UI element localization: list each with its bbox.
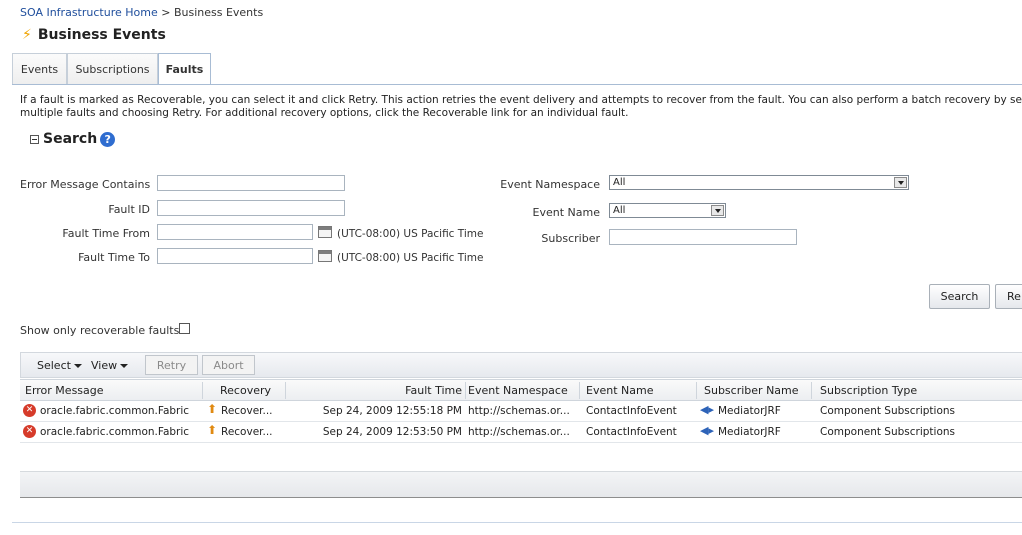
event-namespace-cell: http://schemas.or... [468,426,570,438]
fault-time-from-label: Fault Time From [62,227,150,240]
tab-events[interactable]: Events [12,53,67,85]
retry-button[interactable]: Retry [145,355,198,375]
column-divider [465,382,466,399]
column-header-recovery[interactable]: Recovery [220,384,271,397]
breadcrumb-separator: > [161,6,171,19]
column-header-error-message[interactable]: Error Message [25,384,104,397]
dropdown-arrow-icon[interactable] [894,177,907,188]
abort-button[interactable]: Abort [202,355,255,375]
event-namespace-cell: http://schemas.or... [468,405,570,417]
subscription-type-cell: Component Subscriptions [820,426,956,438]
search-title: Search [43,131,98,147]
event-name-value: All [613,205,626,216]
select-menu-label: Select [37,359,71,372]
bottom-divider [12,522,1022,523]
subscriber-label: Subscriber [541,232,600,245]
tab-divider [12,84,1022,85]
event-name-cell: ContactInfoEvent [586,426,677,438]
reset-button[interactable]: Re [995,284,1022,309]
help-icon[interactable]: ? [100,131,116,147]
chevron-down-icon [73,364,82,368]
recovery-link[interactable]: Recover... [221,426,273,438]
recovery-link[interactable]: Recover... [221,405,273,417]
fault-time-to-input[interactable] [157,248,313,264]
subscriber-link[interactable]: MediatorJRF [718,405,781,417]
recover-icon: ⬆ [207,402,218,416]
error-message-label: Error Message Contains [20,178,151,191]
calendar-icon[interactable] [318,226,332,238]
view-menu[interactable]: View [91,359,129,372]
breadcrumb: SOA Infrastructure Home > Business Event… [20,6,263,19]
error-x-icon: ✕ [23,425,36,438]
tab-faults[interactable]: Faults [158,53,211,85]
chevron-down-icon [120,364,129,368]
error-message-input[interactable] [157,175,345,191]
subscriber-input[interactable] [609,229,797,245]
calendar-icon[interactable] [318,250,332,262]
fault-time-cell: Sep 24, 2009 12:53:50 PM [322,426,462,438]
description-line-1: If a fault is marked as Recoverable, you… [20,94,1022,106]
column-header-event-name[interactable]: Event Name [586,384,653,397]
timezone-from: (UTC-08:00) US Pacific Time [337,228,484,240]
lightning-bolt-icon: ⚡ [22,27,32,43]
column-divider [579,382,580,399]
event-name-label: Event Name [532,206,600,219]
mediator-icon: ◀▸ [700,424,714,437]
search-header: Search ? [30,131,116,147]
column-header-subscription-type[interactable]: Subscription Type [820,384,917,397]
subscription-type-cell: Component Subscriptions [820,405,956,417]
page-title: Business Events [37,27,166,43]
recover-icon: ⬆ [207,423,218,437]
error-x-icon: ✕ [23,404,36,417]
breadcrumb-root-link[interactable]: SOA Infrastructure Home [20,6,158,19]
timezone-to: (UTC-08:00) US Pacific Time [337,252,484,264]
fault-time-to-label: Fault Time To [78,251,150,264]
fault-id-input[interactable] [157,200,345,216]
column-divider [285,382,286,399]
column-header-event-namespace[interactable]: Event Namespace [468,384,568,397]
collapse-icon[interactable] [30,134,39,144]
fault-time-from-input[interactable] [157,224,313,240]
column-header-subscriber-name[interactable]: Subscriber Name [704,384,799,397]
tab-subscriptions[interactable]: Subscriptions [67,53,158,85]
column-divider [202,382,203,399]
table-footer [20,471,1022,498]
column-header-fault-time[interactable]: Fault Time [380,384,462,397]
fault-id-label: Fault ID [108,203,150,216]
search-button[interactable]: Search [929,284,990,309]
event-name-cell: ContactInfoEvent [586,405,677,417]
dropdown-arrow-icon[interactable] [711,205,724,216]
subscriber-link[interactable]: MediatorJRF [718,426,781,438]
event-namespace-value: All [613,177,626,188]
error-message-link[interactable]: oracle.fabric.common.Fabric [40,405,190,417]
column-divider [811,382,812,399]
event-name-select[interactable]: All [609,203,726,218]
view-menu-label: View [91,359,118,372]
fault-time-cell: Sep 24, 2009 12:55:18 PM [322,405,462,417]
breadcrumb-current: Business Events [173,6,264,19]
recoverable-checkbox-label: Show only recoverable faults [20,324,180,337]
column-divider [696,382,697,399]
description-line-2: multiple faults and choosing Retry. For … [20,107,629,119]
recoverable-checkbox[interactable] [179,323,190,334]
mediator-icon: ◀▸ [700,403,714,416]
select-menu[interactable]: Select [37,359,82,372]
page-title-container: ⚡ Business Events [22,27,166,43]
event-namespace-select[interactable]: All [609,175,909,190]
error-message-link[interactable]: oracle.fabric.common.Fabric [40,426,190,438]
event-namespace-label: Event Namespace [500,178,600,191]
faults-description: If a fault is marked as Recoverable, you… [20,94,1022,120]
